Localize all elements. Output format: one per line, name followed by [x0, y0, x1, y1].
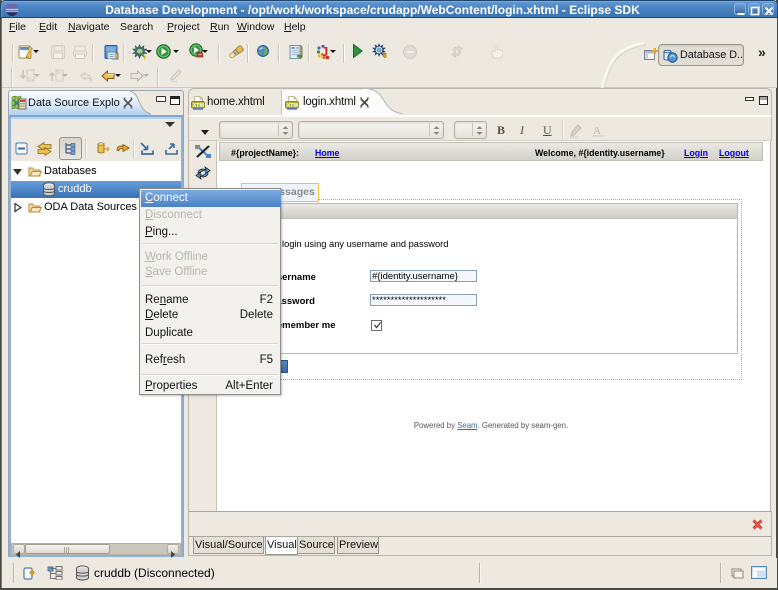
svg-text:XTM: XTM — [287, 103, 299, 109]
svg-text:A: A — [593, 125, 601, 137]
svg-text:XTM: XTM — [193, 103, 205, 109]
